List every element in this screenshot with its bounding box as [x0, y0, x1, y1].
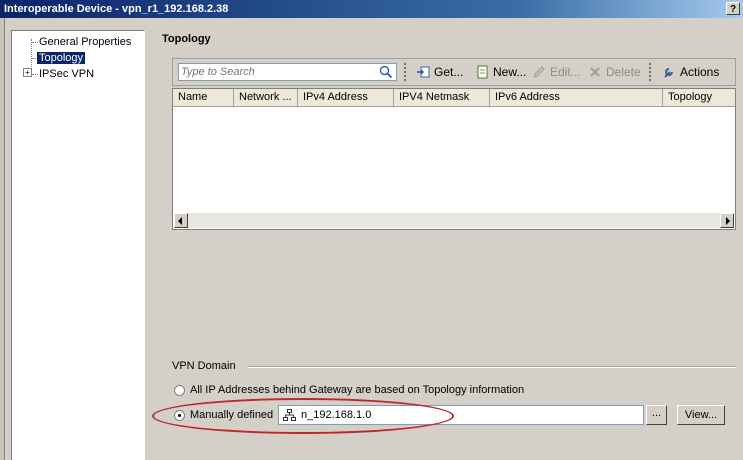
help-button[interactable]: ? [726, 2, 740, 15]
column-header-name[interactable]: Name [173, 89, 234, 106]
arrow-right-icon [726, 217, 730, 225]
import-icon [417, 66, 430, 78]
tree-connector-line [32, 74, 38, 75]
tree-item-label: Topology [35, 51, 87, 65]
topology-table: Name Network ... IPv4 Address IPV4 Netma… [172, 88, 736, 230]
edit-button-label: Edit... [550, 65, 581, 79]
vpn-domain-divider [248, 366, 736, 368]
toolbar-separator [649, 63, 651, 83]
column-header-ipv4-address[interactable]: IPv4 Address [298, 89, 394, 106]
navigation-tree: General Properties Topology + IPSec VPN [11, 30, 145, 460]
column-header-topology[interactable]: Topology [663, 89, 735, 106]
edit-button[interactable]: Edit... [532, 65, 581, 79]
radio-manually-defined[interactable] [174, 410, 185, 421]
tree-item-label: General Properties [39, 36, 132, 48]
new-button-label: New... [493, 65, 527, 79]
search-box[interactable] [178, 63, 397, 81]
new-button[interactable]: New... [475, 65, 526, 79]
actions-button-label: Actions [680, 65, 720, 79]
browse-button[interactable]: ... [646, 405, 667, 425]
new-document-icon [477, 65, 488, 79]
actions-button[interactable]: Actions [662, 65, 719, 79]
get-button[interactable]: Get... [416, 65, 463, 79]
delete-button[interactable]: Delete [588, 65, 641, 79]
tree-item-label: IPSec VPN [39, 68, 95, 80]
arrow-left-icon [178, 217, 182, 225]
left-frame-edge [0, 18, 5, 460]
radio-all-ip-addresses-label[interactable]: All IP Addresses behind Gateway are base… [190, 384, 524, 396]
radio-manually-defined-label[interactable]: Manually defined [190, 409, 273, 421]
tree-expand-icon[interactable]: + [23, 68, 32, 77]
search-input[interactable] [181, 65, 371, 79]
column-header-ipv4-netmask[interactable]: IPV4 Netmask [394, 89, 490, 106]
tree-item-topology[interactable]: Topology [35, 51, 87, 65]
scroll-left-button[interactable] [174, 213, 188, 228]
view-button[interactable]: View... [677, 405, 725, 425]
scroll-right-button[interactable] [720, 213, 734, 228]
radio-all-ip-addresses[interactable] [174, 385, 185, 396]
tree-item-ipsec-vpn[interactable]: IPSec VPN [39, 68, 94, 80]
network-object-icon [283, 409, 296, 421]
tree-connector-line [32, 42, 38, 43]
vpn-domain-label: VPN Domain [172, 360, 236, 372]
topology-toolbar: Get... New... Edit... Delete Actions [172, 58, 736, 86]
section-title: Topology [162, 33, 211, 45]
search-icon[interactable] [379, 65, 393, 79]
wrench-icon [664, 68, 673, 78]
window-title: Interoperable Device - vpn_r1_192.168.2.… [4, 3, 229, 15]
window-title-bar: Interoperable Device - vpn_r1_192.168.2.… [0, 0, 743, 18]
horizontal-scrollbar[interactable] [174, 213, 734, 228]
tree-item-general-properties[interactable]: General Properties [39, 36, 131, 48]
delete-x-icon [590, 67, 600, 77]
table-header: Name Network ... IPv4 Address IPV4 Netma… [173, 89, 735, 107]
toolbar-separator [404, 63, 406, 83]
pencil-icon [533, 66, 545, 78]
get-button-label: Get... [434, 65, 464, 79]
manual-domain-field[interactable]: n_192.168.1.0 [278, 405, 644, 425]
delete-button-label: Delete [606, 65, 641, 79]
column-header-network[interactable]: Network ... [234, 89, 298, 106]
manual-domain-value: n_192.168.1.0 [301, 409, 372, 421]
column-header-ipv6-address[interactable]: IPv6 Address [490, 89, 663, 106]
